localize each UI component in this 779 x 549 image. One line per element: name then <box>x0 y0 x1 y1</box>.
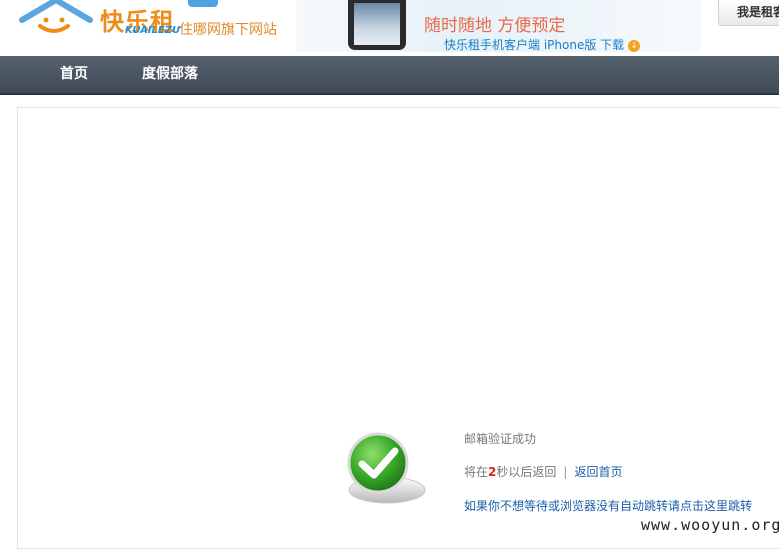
landlord-button[interactable]: 我是租客 <box>718 0 779 26</box>
banner-sub-text: 快乐租手机客户端 iPhone版 下载 <box>444 38 625 52</box>
redirect-prefix: 将在 <box>464 465 489 479</box>
redirect-suffix: 秒以后返回 <box>496 465 557 479</box>
site-header: 快乐租 KUAILEZU 住哪网旗下网站 随时随地 方便预定 快乐租手机客户端 … <box>0 0 779 56</box>
status-message: 邮箱验证成功 <box>464 432 537 446</box>
nav-item-vacation-tribe[interactable]: 度假部落 <box>142 56 198 93</box>
download-arrow-icon: ↓ <box>628 40 641 52</box>
site-logo[interactable]: 快乐租 KUAILEZU <box>18 0 218 40</box>
redirect-line: 将在2秒以后返回 | 返回首页 <box>464 463 622 480</box>
watermark: www.wooyun.org <box>641 516 779 534</box>
manual-jump-link[interactable]: 如果你不想等待或浏览器没有自动跳转请点击这里跳转 <box>464 497 752 514</box>
banner-title: 随时随地 方便预定 <box>424 16 566 36</box>
main-nav: 首页 度假部落 <box>0 56 779 95</box>
logo-en: KUAILEZU <box>125 25 181 36</box>
house-smile-icon <box>19 0 93 33</box>
logo-badge <box>188 0 218 7</box>
return-home-link[interactable]: 返回首页 <box>574 465 622 479</box>
iphone-download-link[interactable]: 快乐租手机客户端 iPhone版 下载 ↓ <box>444 36 641 53</box>
success-check-icon <box>347 432 426 504</box>
phone-screen <box>354 3 400 45</box>
nav-item-home[interactable]: 首页 <box>60 56 88 93</box>
separator: | <box>563 465 568 479</box>
site-tagline: 住哪网旗下网站 <box>179 22 277 38</box>
phone-image <box>348 0 406 50</box>
